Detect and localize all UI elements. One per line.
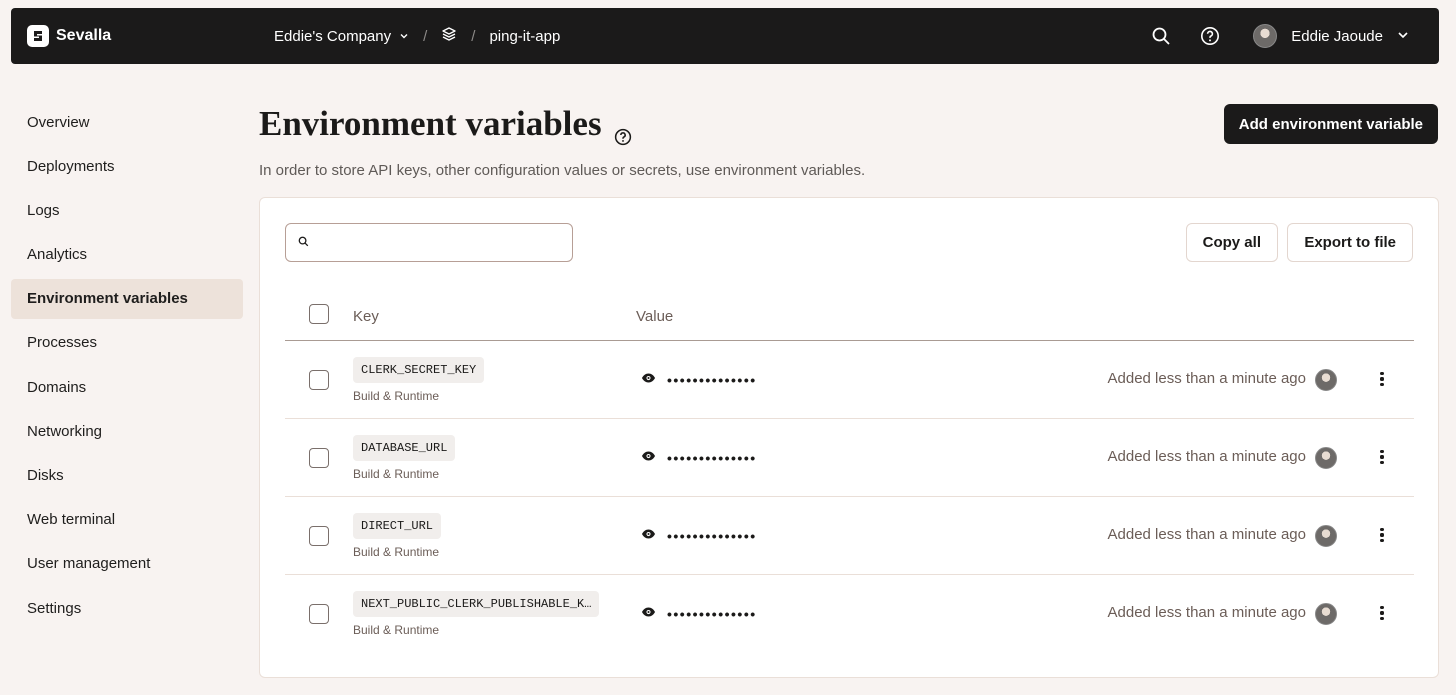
sidebar-item-domains[interactable]: Domains [11, 367, 243, 407]
more-vertical-icon[interactable] [1376, 603, 1388, 623]
table-row: CLERK_SECRET_KEY Build & Runtime •••••••… [285, 341, 1414, 419]
sidebar-item-processes[interactable]: Processes [11, 323, 243, 363]
sidebar-item-deployments[interactable]: Deployments [11, 146, 243, 186]
user-menu[interactable]: Eddie Jaoude [1253, 24, 1409, 48]
layers-icon[interactable] [441, 26, 457, 46]
column-header-key: Key [353, 307, 379, 325]
variable-key[interactable]: DIRECT_URL [353, 513, 442, 539]
sidebar-item-web-terminal[interactable]: Web terminal [11, 500, 243, 540]
variable-value: •••••••••••••• [641, 449, 757, 467]
variable-scope: Build & Runtime [353, 389, 440, 403]
variable-value: •••••••••••••• [641, 527, 757, 545]
row-checkbox[interactable] [309, 526, 329, 546]
avatar [1315, 525, 1337, 547]
avatar [1253, 24, 1278, 48]
sidebar-item-disks[interactable]: Disks [11, 456, 243, 496]
brand-name: Sevalla [56, 27, 112, 44]
sidebar-item-environment-variables[interactable]: Environment variables [11, 278, 243, 319]
table-header: Key Value [285, 292, 1414, 341]
top-bar: Sevalla Eddie's Company / / ping-it-app … [11, 8, 1439, 64]
avatar [1315, 447, 1337, 469]
variable-key[interactable]: CLERK_SECRET_KEY [353, 357, 485, 383]
search-box[interactable] [285, 223, 573, 262]
variable-value: •••••••••••••• [641, 605, 757, 623]
copy-all-button[interactable]: Copy all [1185, 223, 1278, 262]
company-name: Eddie's Company [274, 27, 392, 45]
masked-value: •••••••••••••• [667, 450, 757, 466]
sidebar-item-analytics[interactable]: Analytics [11, 235, 243, 275]
variable-scope: Build & Runtime [353, 467, 440, 481]
search-icon[interactable] [1150, 25, 1172, 47]
variable-key[interactable]: DATABASE_URL [353, 435, 456, 461]
masked-value: •••••••••••••• [667, 606, 757, 622]
variable-scope: Build & Runtime [353, 623, 440, 637]
eye-icon[interactable] [641, 527, 656, 545]
table-row: NEXT_PUBLIC_CLERK_PUBLISHABLE_K… Build &… [285, 575, 1414, 653]
user-name: Eddie Jaoude [1291, 27, 1383, 45]
breadcrumb-app[interactable]: ping-it-app [489, 28, 560, 45]
chevron-down-icon [1397, 28, 1409, 45]
added-timestamp: Added less than a minute ago [1107, 526, 1306, 543]
more-vertical-icon[interactable] [1376, 369, 1388, 389]
sidebar-item-settings[interactable]: Settings [11, 588, 243, 628]
eye-icon[interactable] [641, 605, 656, 623]
export-to-file-button[interactable]: Export to file [1287, 223, 1413, 262]
row-checkbox[interactable] [309, 604, 329, 624]
help-icon[interactable] [614, 115, 632, 146]
added-timestamp: Added less than a minute ago [1107, 448, 1306, 465]
eye-icon[interactable] [641, 371, 656, 389]
top-right-actions: Eddie Jaoude [1123, 8, 1409, 64]
select-all-checkbox[interactable] [309, 304, 329, 324]
row-checkbox[interactable] [309, 448, 329, 468]
search-icon [298, 234, 309, 252]
page-title: Environment variables [259, 104, 632, 146]
eye-icon[interactable] [641, 449, 656, 467]
help-icon[interactable] [1199, 25, 1221, 47]
breadcrumb-separator: / [471, 27, 476, 45]
table-row: DATABASE_URL Build & Runtime •••••••••••… [285, 419, 1414, 497]
masked-value: •••••••••••••• [667, 372, 757, 388]
company-switcher[interactable]: Eddie's Company [274, 28, 409, 45]
table-row: DIRECT_URL Build & Runtime •••••••••••••… [285, 497, 1414, 575]
added-timestamp: Added less than a minute ago [1107, 604, 1306, 621]
variable-key[interactable]: NEXT_PUBLIC_CLERK_PUBLISHABLE_K… [353, 591, 600, 617]
row-checkbox[interactable] [309, 370, 329, 390]
sidebar: Overview Deployments Logs Analytics Envi… [11, 102, 243, 632]
env-vars-card: Copy all Export to file Key Value CLERK_… [259, 197, 1439, 678]
page-title-text: Environment variables [259, 104, 602, 143]
brand[interactable]: Sevalla [27, 25, 111, 47]
sidebar-item-overview[interactable]: Overview [11, 102, 243, 142]
sidebar-item-user-management[interactable]: User management [11, 544, 243, 584]
page-subtitle: In order to store API keys, other config… [259, 162, 866, 179]
breadcrumb: Eddie's Company / / ping-it-app [274, 8, 560, 64]
sidebar-item-networking[interactable]: Networking [11, 411, 243, 451]
breadcrumb-separator: / [423, 27, 428, 45]
column-header-value: Value [636, 307, 674, 325]
sidebar-item-logs[interactable]: Logs [11, 190, 243, 230]
add-environment-variable-button[interactable]: Add environment variable [1223, 104, 1438, 144]
masked-value: •••••••••••••• [667, 528, 757, 544]
avatar [1315, 369, 1337, 391]
added-timestamp: Added less than a minute ago [1107, 370, 1306, 387]
more-vertical-icon[interactable] [1376, 525, 1388, 545]
more-vertical-icon[interactable] [1376, 447, 1388, 467]
search-input[interactable] [315, 234, 555, 251]
variable-value: •••••••••••••• [641, 371, 757, 389]
chevron-down-icon [399, 28, 409, 45]
variable-scope: Build & Runtime [353, 545, 440, 559]
sevalla-logo-icon [27, 25, 49, 47]
avatar [1315, 603, 1337, 625]
